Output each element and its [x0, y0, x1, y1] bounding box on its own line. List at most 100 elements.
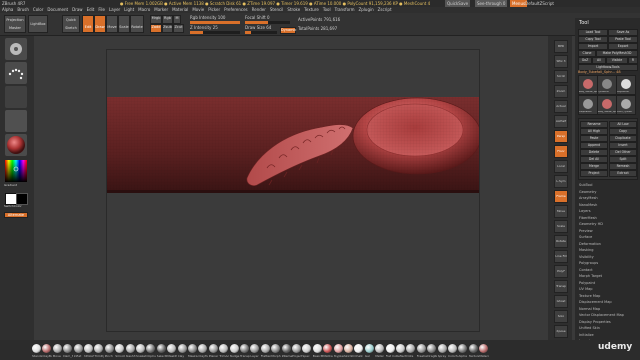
- make-polymesh3d-button[interactable]: Make PolyMesh3D: [596, 50, 638, 57]
- shelf-thumbnail-icon[interactable]: [167, 344, 177, 353]
- tool-section-preview[interactable]: Preview: [579, 229, 593, 233]
- gradient-label[interactable]: Gradient: [4, 183, 17, 188]
- menu-movie[interactable]: Movie: [192, 7, 204, 12]
- shelf-thumbnail-icon[interactable]: [42, 344, 52, 353]
- export-button[interactable]: Export: [608, 43, 638, 50]
- import-button[interactable]: Import: [578, 43, 608, 50]
- brush-selector[interactable]: [5, 38, 27, 60]
- dock-polyf[interactable]: PolyF: [554, 265, 568, 278]
- subtool-paste-button[interactable]: Paste: [580, 135, 608, 142]
- dock-scale[interactable]: Scale: [554, 220, 568, 233]
- draw-size-slider[interactable]: [245, 31, 277, 34]
- shelf-thumbnail-icon[interactable]: [156, 344, 166, 353]
- dock-actual[interactable]: Actual: [554, 100, 568, 113]
- subtool-all-low-button[interactable]: All Low: [609, 121, 637, 128]
- stroke-selector[interactable]: [5, 62, 27, 84]
- subtool-list[interactable]: Rename All Low All High Copy Paste Duplicate A…: [578, 118, 638, 180]
- shelf-thumbnail-icon[interactable]: [115, 344, 125, 353]
- tool-section-surface[interactable]: Surface: [579, 235, 592, 239]
- dock-move[interactable]: Move: [554, 205, 568, 218]
- tool-section-polygroups[interactable]: Polygroups: [579, 261, 598, 265]
- tool-section-morph-target[interactable]: Morph Target: [579, 274, 602, 278]
- subtool-insert-button[interactable]: Insert: [609, 142, 637, 149]
- dock-aahalf[interactable]: AAHalf: [554, 115, 568, 128]
- shelf-thumbnail-icon[interactable]: [437, 344, 447, 353]
- shelf-thumbnail-icon[interactable]: [136, 344, 145, 353]
- shelf-thumbnail-icon[interactable]: [250, 344, 260, 353]
- tool-section-displacement-map[interactable]: Displacement Map: [579, 300, 612, 304]
- shelf-thumbnail-icon[interactable]: [281, 344, 291, 353]
- draw-button[interactable]: Draw: [94, 15, 106, 33]
- tool-section-geometry[interactable]: Geometry: [579, 190, 596, 194]
- dock-zoom[interactable]: Zoom: [554, 85, 568, 98]
- shelf-thumbnail-icon[interactable]: [427, 344, 437, 353]
- zadd-button[interactable]: Zadd: [150, 24, 162, 33]
- rgb-button[interactable]: Rgb: [162, 15, 173, 24]
- shelf-thumbnail-icon[interactable]: [146, 344, 156, 353]
- goz-button[interactable]: GoZ: [578, 57, 592, 64]
- default-zscript-button[interactable]: DefaultZScript: [525, 0, 554, 7]
- alternate-button[interactable]: Alternate: [4, 212, 28, 218]
- zcut-button[interactable]: Zcut: [173, 24, 184, 33]
- subtool-del-other-button[interactable]: Del Other: [609, 149, 637, 156]
- menu-color[interactable]: Color: [33, 7, 43, 12]
- scale-button[interactable]: Scale: [118, 15, 130, 33]
- tool-section-visibility[interactable]: Visibility: [579, 255, 594, 259]
- dock-ghost[interactable]: Ghost: [554, 295, 568, 308]
- subtool-all-high-button[interactable]: All High: [580, 128, 608, 135]
- menu-texture[interactable]: Texture: [304, 7, 319, 12]
- tool-section-contact[interactable]: Contact: [579, 268, 593, 272]
- menu-material[interactable]: Material: [172, 7, 188, 12]
- menu-light[interactable]: Light: [124, 7, 134, 12]
- menu-zplugin[interactable]: Zplugin: [359, 7, 374, 12]
- shelf-thumbnail-icon[interactable]: [52, 344, 62, 353]
- menu-picker[interactable]: Picker: [208, 7, 220, 12]
- subtool-thumbnail[interactable]: Body_Tubefall_Sphr: [597, 95, 617, 115]
- texture-selector[interactable]: [5, 110, 27, 132]
- shelf-thumbnail-icon[interactable]: [198, 344, 208, 353]
- shelf-thumbnail-icon[interactable]: [260, 344, 270, 353]
- tool-section-deformation[interactable]: Deformation: [579, 242, 601, 246]
- rotate-button[interactable]: Rotate: [130, 15, 144, 33]
- subtool-thumbnail[interactable]: PolyMesh3D: [616, 75, 636, 95]
- shelf-thumbnail-icon[interactable]: [84, 344, 93, 353]
- all-button[interactable]: All: [592, 57, 606, 64]
- shelf-thumbnail-icon[interactable]: [208, 344, 218, 353]
- shelf-thumbnail-icon[interactable]: [240, 344, 249, 353]
- tool-section-geometry-hd[interactable]: Geometry HD: [579, 222, 603, 226]
- rgb-intensity-label[interactable]: Rgb Intensity 100: [190, 15, 225, 20]
- see-through-slider[interactable]: See-through 0: [475, 0, 508, 7]
- dock-line-fill[interactable]: Line Fill: [554, 250, 568, 263]
- menu-brush[interactable]: Brush: [17, 7, 29, 12]
- dynamic-button[interactable]: Dynamic: [280, 27, 296, 34]
- subtool-thumbnail[interactable]: Body_Tubefall_Sphr: [578, 75, 598, 95]
- switch-color-label[interactable]: SwitchColor: [4, 204, 22, 209]
- dock-l-sym[interactable]: L.Sym: [554, 175, 568, 188]
- shelf-thumbnail-icon[interactable]: [468, 344, 478, 353]
- subtool-thumbnail[interactable]: SimpleBrush: [578, 95, 598, 115]
- tool-section-vector-displacement-map[interactable]: Vector Displacement Map: [579, 313, 624, 317]
- shelf-thumbnail-icon[interactable]: [188, 344, 197, 353]
- draw-size-label[interactable]: Draw Size 64: [245, 25, 271, 30]
- focal-shift-label[interactable]: Focal Shift 0: [245, 15, 270, 20]
- shelf-thumbnail-icon[interactable]: [94, 344, 104, 353]
- menu-layer[interactable]: Layer: [109, 7, 120, 12]
- subtool-del-all-button[interactable]: Del All: [580, 156, 608, 163]
- shelf-thumbnail-icon[interactable]: [406, 344, 416, 353]
- tool-section-polypaint[interactable]: Polypaint: [579, 281, 595, 285]
- clone-button[interactable]: Clone: [578, 50, 596, 57]
- menu-zscript[interactable]: Zscript: [378, 7, 392, 12]
- quicksave-button[interactable]: QuickSave: [445, 0, 471, 7]
- shelf-thumbnail-icon[interactable]: [344, 344, 353, 353]
- lightbox-button[interactable]: LightBox: [28, 15, 48, 33]
- r-button[interactable]: R: [628, 57, 638, 64]
- z-intensity-label[interactable]: Z Intensity 25: [190, 25, 218, 30]
- copy-tool-button[interactable]: Copy Tool: [578, 36, 608, 43]
- shelf-thumbnail-icon[interactable]: [104, 344, 114, 353]
- menu-document[interactable]: Document: [47, 7, 68, 12]
- projection-master-button[interactable]: Projection Master: [4, 15, 26, 33]
- subtool-duplicate-button[interactable]: Duplicate: [609, 135, 637, 142]
- menu-preferences[interactable]: Preferences: [224, 7, 248, 12]
- dock-spix-3[interactable]: SPix 3: [554, 55, 568, 68]
- shelf-thumbnail-icon[interactable]: [312, 344, 322, 353]
